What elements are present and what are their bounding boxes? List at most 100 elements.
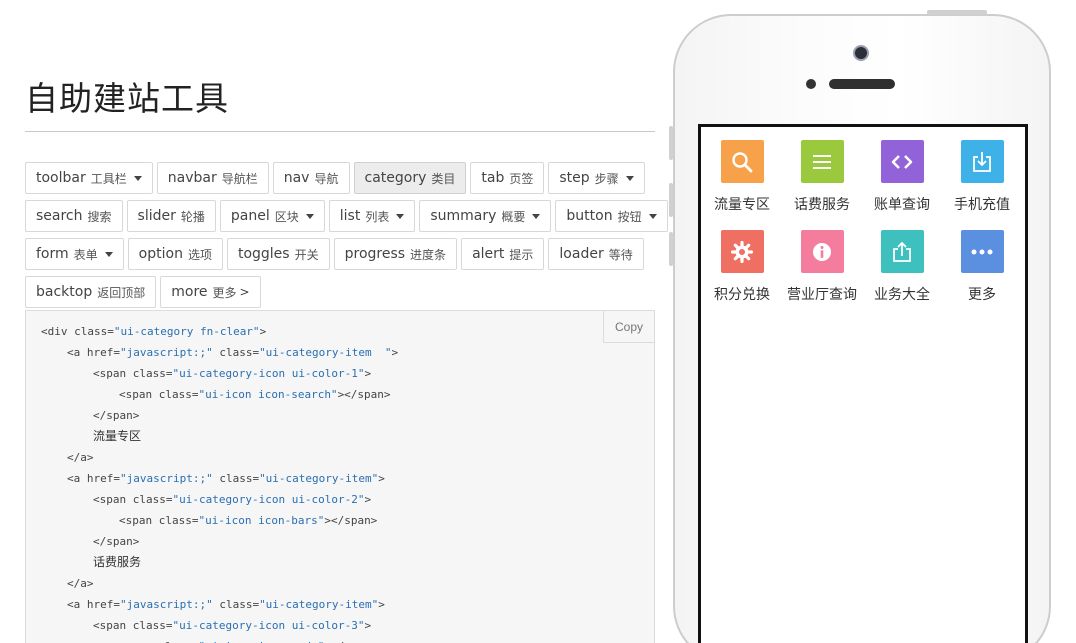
category-item[interactable]: 话费服务	[782, 140, 862, 214]
search-button[interactable]: search 搜索	[25, 200, 123, 232]
category-label: 流量专区	[714, 197, 770, 213]
navbar-button[interactable]: navbar 导航栏	[156, 162, 269, 194]
code-text: 流量专区	[93, 429, 142, 443]
page-title: 自助建站工具	[25, 79, 229, 118]
category-label: 更多	[968, 287, 996, 303]
code-block: Copy <div class="ui-category fn-clear"> <…	[25, 310, 655, 643]
code-line: 话费服务	[41, 552, 398, 573]
more-button[interactable]: more 更多 >	[160, 276, 261, 308]
nav-button-zh-label: 选项	[187, 247, 212, 262]
code-line: <a href="javascript:;" class="ui-categor…	[41, 468, 398, 489]
option-button[interactable]: option 选项	[127, 238, 223, 270]
loader-button[interactable]: loader 等待	[548, 238, 644, 270]
category-label: 账单查询	[874, 197, 930, 213]
nav-button-label: panel	[230, 208, 270, 224]
nav-button-label: navbar	[167, 170, 217, 186]
category-item[interactable]: 手机充值	[942, 140, 1022, 214]
code-line: <a href="javascript:;" class="ui-categor…	[41, 594, 398, 615]
code-string: "ui-icon icon-search"	[198, 388, 338, 401]
nav-button-label: toggles	[237, 246, 290, 262]
nav-button-label: alert	[472, 246, 505, 262]
code-tag: >	[364, 367, 372, 380]
nav-button-label: list	[339, 208, 361, 224]
search-icon	[720, 140, 764, 183]
code-string: "ui-category-icon ui-color-3"	[172, 619, 365, 632]
alert-button[interactable]: alert 提示	[461, 238, 545, 270]
phone-volume-down-button	[669, 232, 673, 266]
code-tag: </span>	[93, 535, 140, 548]
toggles-button[interactable]: toggles 开关	[226, 238, 330, 270]
summary-button[interactable]: summary 概要	[419, 200, 552, 232]
category-item[interactable]: 营业厅查询	[782, 230, 862, 304]
nav-button-label: summary	[430, 208, 497, 224]
nav-button-zh-label: 导航栏	[221, 171, 258, 186]
code-tag: class=	[212, 472, 260, 485]
phone-sensor	[806, 79, 816, 89]
caret-down-icon	[532, 213, 541, 219]
nav-button-label: search	[36, 208, 83, 224]
slider-button[interactable]: slider 轮播	[126, 200, 216, 232]
nav-button-zh-label: 导航	[314, 171, 339, 186]
caret-down-icon	[625, 175, 634, 181]
code-tag: <span class=	[93, 619, 173, 632]
bars-icon	[800, 140, 844, 183]
button-button[interactable]: button 按钮	[555, 200, 668, 232]
phone-power-button	[927, 10, 987, 15]
panel-button[interactable]: panel 区块	[219, 200, 325, 232]
phone-camera	[853, 45, 869, 61]
code-string: "ui-category-icon ui-color-2"	[172, 493, 365, 506]
code-tag: <span class=	[93, 493, 173, 506]
nav-button-row: search 搜索 slider 轮播 panel 区块 list 列表 summary 概要 bu…	[25, 200, 668, 232]
step-button[interactable]: step 步骤	[548, 162, 645, 194]
code-line: </span>	[41, 405, 398, 426]
code-string: "ui-icon icon-bars"	[198, 514, 325, 527]
category-label: 话费服务	[794, 197, 850, 213]
download-icon	[960, 140, 1004, 183]
share-icon	[880, 230, 924, 273]
nav-button-zh-label: 工具栏	[90, 171, 127, 186]
caret-down-icon	[648, 213, 657, 219]
toolbar-button[interactable]: toolbar 工具栏	[25, 162, 153, 194]
code-tag: <a href=	[67, 346, 120, 359]
code-line: <span class="ui-icon icon-search"></span…	[41, 384, 398, 405]
code-line: </a>	[41, 447, 398, 468]
code-tag: ></span>	[337, 388, 391, 401]
nav-button-zh-label: 步骤	[594, 171, 619, 186]
nav-button[interactable]: nav 导航	[272, 162, 350, 194]
nav-button-label: button	[566, 208, 613, 224]
code-tag: <span class=	[119, 514, 199, 527]
code-tag: </a>	[67, 577, 94, 590]
code-tag: >	[364, 619, 372, 632]
form-button[interactable]: form 表单	[25, 238, 124, 270]
nav-button-row: backtop 返回顶部 more 更多 >	[25, 276, 657, 308]
code-line: <a href="javascript:;" class="ui-categor…	[41, 342, 398, 363]
nav-button-label: category	[364, 170, 427, 186]
category-item[interactable]: 流量专区	[702, 140, 782, 214]
category-item[interactable]: 更多	[942, 230, 1022, 304]
info-icon	[800, 230, 844, 273]
caret-down-icon	[104, 251, 113, 257]
nav-button-label: slider	[137, 208, 176, 224]
category-item[interactable]: 积分兑换	[702, 230, 782, 304]
nav-button-zh-label: 按钮	[617, 209, 642, 224]
category-button[interactable]: category 类目	[353, 162, 467, 194]
nav-button-row: form 表单 option 选项 toggles 开关 progress 进度条 alert 提…	[25, 238, 657, 270]
gear-icon	[720, 230, 764, 273]
nav-button-label: step	[559, 170, 590, 186]
copy-button[interactable]: Copy	[603, 311, 654, 343]
nav-button-zh-label: 等待	[608, 247, 633, 262]
phone-speaker	[829, 79, 895, 89]
code-string: "javascript:;"	[119, 346, 213, 359]
category-item[interactable]: 账单查询	[862, 140, 942, 214]
code-string: "ui-category-item"	[259, 472, 379, 485]
nav-button-label: form	[36, 246, 69, 262]
tab-button[interactable]: tab 页签	[470, 162, 545, 194]
code-tag: <div class=	[41, 325, 114, 338]
nav-button-row: toolbar 工具栏 navbar 导航栏 nav 导航 category 类目 tab 页签 s…	[25, 162, 657, 194]
code-line: <span class="ui-icon icon-code"></span>	[41, 636, 398, 643]
backtop-button[interactable]: backtop 返回顶部	[25, 276, 157, 308]
progress-button[interactable]: progress 进度条	[333, 238, 458, 270]
category-item[interactable]: 业务大全	[862, 230, 942, 304]
nav-button-zh-label: 类目	[431, 171, 456, 186]
list-button[interactable]: list 列表	[328, 200, 416, 232]
